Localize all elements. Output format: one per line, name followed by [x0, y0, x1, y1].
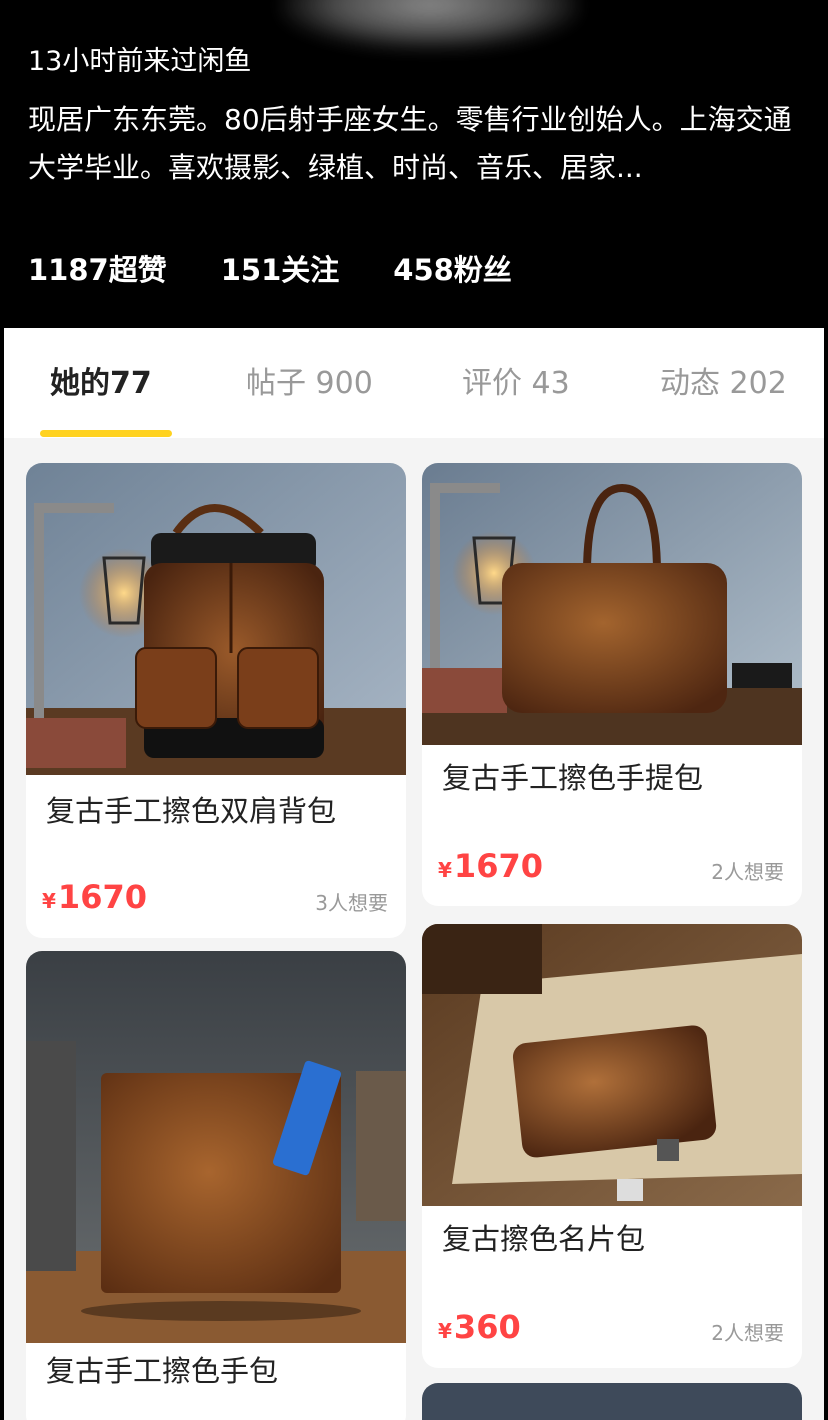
want-count: 3人想要	[315, 891, 388, 915]
product-price: ¥360	[438, 1308, 521, 1346]
profile-bio: 现居广东东莞。80后射手座女生。零售行业创始人。上海交通大学毕业。喜欢摄影、绿植…	[28, 103, 792, 184]
currency-symbol: ¥	[438, 858, 452, 882]
product-title[interactable]: 复古手工擦色手提包	[442, 758, 703, 798]
product-photo[interactable]	[26, 463, 406, 775]
tab-activity[interactable]: 动态 202	[660, 364, 787, 404]
leather-card-holder-photo	[422, 924, 802, 1206]
product-card[interactable]: 复古手工擦色手包	[26, 951, 406, 1420]
tab-reviews[interactable]: 评价 43	[462, 364, 570, 404]
following-count[interactable]: 151关注	[221, 250, 340, 290]
product-title[interactable]: 复古手工擦色手包	[46, 1351, 278, 1391]
currency-symbol: ¥	[42, 889, 56, 913]
tab-her-items[interactable]: 她的77	[50, 364, 152, 404]
leather-briefcase-photo	[422, 463, 802, 745]
want-count: 2人想要	[711, 1321, 784, 1345]
product-title[interactable]: 复古手工擦色双肩背包	[46, 791, 336, 831]
leather-backpack-photo	[26, 463, 406, 775]
product-photo[interactable]	[422, 924, 802, 1206]
want-count: 2人想要	[711, 860, 784, 884]
product-title[interactable]: 复古擦色名片包	[442, 1219, 645, 1259]
price-value: 360	[453, 1308, 521, 1346]
blurred-username	[280, 0, 580, 50]
profile-stats: 1187超赞 151关注 458粉丝	[28, 250, 512, 290]
last-seen-text: 13小时前来过闲鱼	[28, 46, 252, 77]
tab-posts[interactable]: 帖子 900	[246, 364, 373, 404]
currency-symbol: ¥	[438, 1319, 452, 1343]
content-panel: 她的77 帖子 900 评价 43 动态 202 复古手工擦色双肩背包 ¥167…	[4, 328, 824, 1420]
partial-item-photo	[422, 1383, 802, 1420]
product-photo[interactable]	[422, 1383, 802, 1420]
product-photo[interactable]	[422, 463, 802, 745]
product-price: ¥1670	[42, 878, 147, 916]
product-card[interactable]: 复古擦色名片包 ¥360 2人想要	[422, 924, 802, 1368]
profile-header: 13小时前来过闲鱼 现居广东东莞。80后射手座女生。零售行业创始人。上海交通大学…	[0, 0, 828, 328]
price-value: 1670	[57, 878, 147, 916]
likes-count[interactable]: 1187超赞	[28, 250, 167, 290]
followers-count[interactable]: 458粉丝	[393, 250, 512, 290]
leather-clutch-photo	[26, 951, 406, 1343]
price-value: 1670	[453, 847, 543, 885]
product-price: ¥1670	[438, 847, 543, 885]
product-photo[interactable]	[26, 951, 406, 1343]
active-tab-indicator	[40, 430, 172, 437]
tab-bar: 她的77 帖子 900 评价 43 动态 202	[4, 328, 824, 438]
product-card[interactable]	[422, 1383, 802, 1420]
product-card[interactable]: 复古手工擦色双肩背包 ¥1670 3人想要	[26, 463, 406, 938]
product-card[interactable]: 复古手工擦色手提包 ¥1670 2人想要	[422, 463, 802, 906]
